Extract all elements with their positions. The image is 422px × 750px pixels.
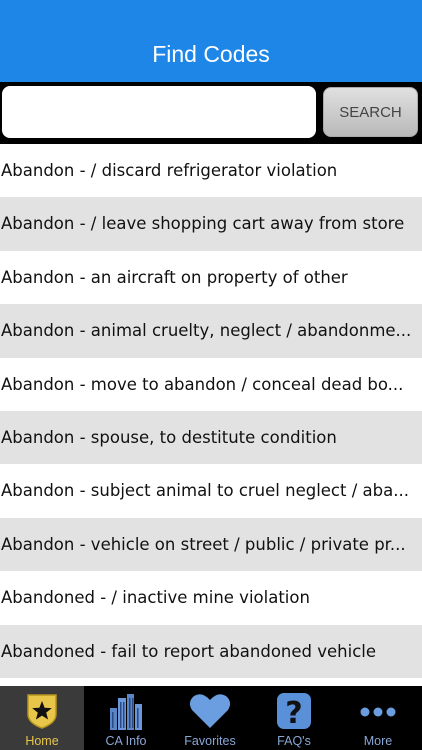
search-bar: SEARCH: [0, 82, 422, 144]
list-item[interactable]: Abandon - subject animal to cruel neglec…: [0, 464, 422, 518]
heart-icon: [188, 692, 232, 734]
tab-home[interactable]: Home: [0, 686, 84, 750]
list-item[interactable]: Abandon - an aircraft on property of oth…: [0, 250, 422, 305]
codes-list: Abandon - / discard refrigerator violati…: [0, 144, 422, 686]
list-item[interactable]: Abandon - animal cruelty, neglect / aban…: [0, 304, 422, 358]
tab-label: FAQ's: [277, 734, 311, 748]
tab-favorites[interactable]: Favorites: [168, 686, 252, 750]
tab-label: Favorites: [184, 734, 236, 748]
list-item[interactable]: Abandon - / discard refrigerator violati…: [0, 144, 422, 198]
tab-label: CA Info: [105, 734, 147, 748]
tab-more[interactable]: More: [336, 686, 420, 750]
tab-ca-info[interactable]: CA Info: [84, 686, 168, 750]
tab-label: More: [363, 734, 393, 748]
list-item[interactable]: Abandon - / leave shopping cart away fro…: [0, 197, 422, 251]
list-item[interactable]: Abandon - vehicle on street / public / p…: [0, 517, 422, 572]
buildings-icon: [106, 692, 146, 734]
tab-faqs[interactable]: ? FAQ's: [252, 686, 336, 750]
question-icon: ?: [274, 692, 314, 734]
search-button[interactable]: SEARCH: [323, 87, 418, 137]
page-title: Find Codes: [152, 41, 270, 67]
list-item[interactable]: Abandoned - / inactive mine violation: [0, 571, 422, 625]
more-dots-icon: [356, 692, 400, 734]
list-item[interactable]: Abandoned - fail to report abandoned veh…: [0, 624, 422, 678]
list-item[interactable]: Abandon - spouse, to destitute condition: [0, 410, 422, 465]
svg-text:?: ?: [285, 696, 302, 730]
nav-header: Find Codes: [0, 0, 422, 82]
search-input[interactable]: [2, 86, 316, 138]
star-badge-icon: [22, 692, 62, 734]
tab-bar: Home CA Info Favorites ? FAQ's More: [0, 686, 422, 750]
list-item[interactable]: Abandon - move to abandon / conceal dead…: [0, 357, 422, 411]
tab-label: Home: [25, 734, 59, 748]
